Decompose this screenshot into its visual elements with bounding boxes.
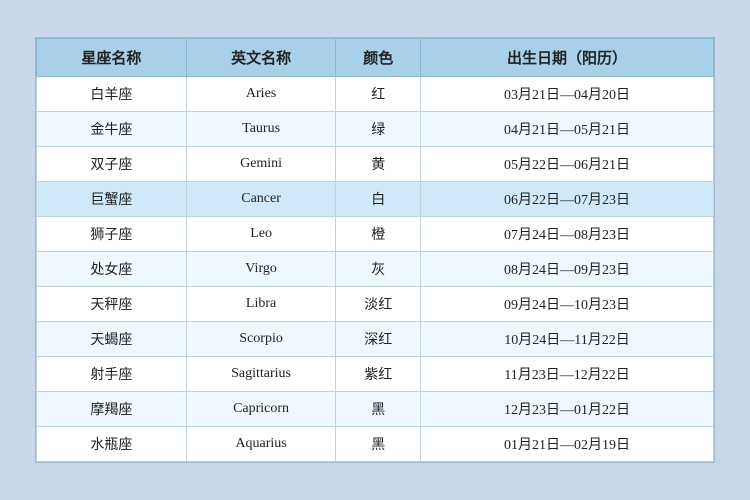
- table-body: 白羊座Aries红03月21日—04月20日金牛座Taurus绿04月21日—0…: [37, 77, 714, 462]
- table-row: 狮子座Leo橙07月24日—08月23日: [37, 217, 714, 252]
- cell-color-2: 黄: [336, 147, 421, 182]
- table-row: 摩羯座Capricorn黑12月23日—01月22日: [37, 392, 714, 427]
- header-birthdate: 出生日期（阳历）: [421, 39, 714, 77]
- cell-dates-1: 04月21日—05月21日: [421, 112, 714, 147]
- cell-color-5: 灰: [336, 252, 421, 287]
- table-row: 处女座Virgo灰08月24日—09月23日: [37, 252, 714, 287]
- cell-dates-6: 09月24日—10月23日: [421, 287, 714, 322]
- cell-english-3: Cancer: [186, 182, 336, 217]
- cell-dates-10: 01月21日—02月19日: [421, 427, 714, 462]
- table-row: 射手座Sagittarius紫红11月23日—12月22日: [37, 357, 714, 392]
- cell-chinese-0: 白羊座: [37, 77, 187, 112]
- cell-dates-3: 06月22日—07月23日: [421, 182, 714, 217]
- cell-english-4: Leo: [186, 217, 336, 252]
- cell-english-0: Aries: [186, 77, 336, 112]
- table-row: 天秤座Libra淡红09月24日—10月23日: [37, 287, 714, 322]
- table-row: 金牛座Taurus绿04月21日—05月21日: [37, 112, 714, 147]
- cell-english-10: Aquarius: [186, 427, 336, 462]
- cell-chinese-2: 双子座: [37, 147, 187, 182]
- cell-english-8: Sagittarius: [186, 357, 336, 392]
- cell-english-9: Capricorn: [186, 392, 336, 427]
- cell-color-0: 红: [336, 77, 421, 112]
- zodiac-table-container: 星座名称 英文名称 颜色 出生日期（阳历） 白羊座Aries红03月21日—04…: [35, 37, 715, 463]
- header-english-name: 英文名称: [186, 39, 336, 77]
- table-row: 天蝎座Scorpio深红10月24日—11月22日: [37, 322, 714, 357]
- cell-english-5: Virgo: [186, 252, 336, 287]
- cell-dates-2: 05月22日—06月21日: [421, 147, 714, 182]
- zodiac-table: 星座名称 英文名称 颜色 出生日期（阳历） 白羊座Aries红03月21日—04…: [36, 38, 714, 462]
- cell-color-3: 白: [336, 182, 421, 217]
- cell-color-7: 深红: [336, 322, 421, 357]
- header-chinese-name: 星座名称: [37, 39, 187, 77]
- cell-color-10: 黑: [336, 427, 421, 462]
- table-row: 巨蟹座Cancer白06月22日—07月23日: [37, 182, 714, 217]
- cell-color-8: 紫红: [336, 357, 421, 392]
- cell-english-7: Scorpio: [186, 322, 336, 357]
- cell-color-4: 橙: [336, 217, 421, 252]
- cell-english-2: Gemini: [186, 147, 336, 182]
- cell-english-1: Taurus: [186, 112, 336, 147]
- cell-dates-5: 08月24日—09月23日: [421, 252, 714, 287]
- cell-chinese-7: 天蝎座: [37, 322, 187, 357]
- cell-chinese-9: 摩羯座: [37, 392, 187, 427]
- cell-chinese-8: 射手座: [37, 357, 187, 392]
- table-row: 水瓶座Aquarius黑01月21日—02月19日: [37, 427, 714, 462]
- cell-english-6: Libra: [186, 287, 336, 322]
- table-row: 白羊座Aries红03月21日—04月20日: [37, 77, 714, 112]
- cell-chinese-5: 处女座: [37, 252, 187, 287]
- cell-color-1: 绿: [336, 112, 421, 147]
- cell-chinese-6: 天秤座: [37, 287, 187, 322]
- cell-dates-7: 10月24日—11月22日: [421, 322, 714, 357]
- cell-chinese-10: 水瓶座: [37, 427, 187, 462]
- header-color: 颜色: [336, 39, 421, 77]
- cell-chinese-4: 狮子座: [37, 217, 187, 252]
- cell-dates-4: 07月24日—08月23日: [421, 217, 714, 252]
- table-header-row: 星座名称 英文名称 颜色 出生日期（阳历）: [37, 39, 714, 77]
- cell-dates-8: 11月23日—12月22日: [421, 357, 714, 392]
- table-row: 双子座Gemini黄05月22日—06月21日: [37, 147, 714, 182]
- cell-color-6: 淡红: [336, 287, 421, 322]
- cell-chinese-1: 金牛座: [37, 112, 187, 147]
- cell-dates-9: 12月23日—01月22日: [421, 392, 714, 427]
- cell-chinese-3: 巨蟹座: [37, 182, 187, 217]
- cell-dates-0: 03月21日—04月20日: [421, 77, 714, 112]
- cell-color-9: 黑: [336, 392, 421, 427]
